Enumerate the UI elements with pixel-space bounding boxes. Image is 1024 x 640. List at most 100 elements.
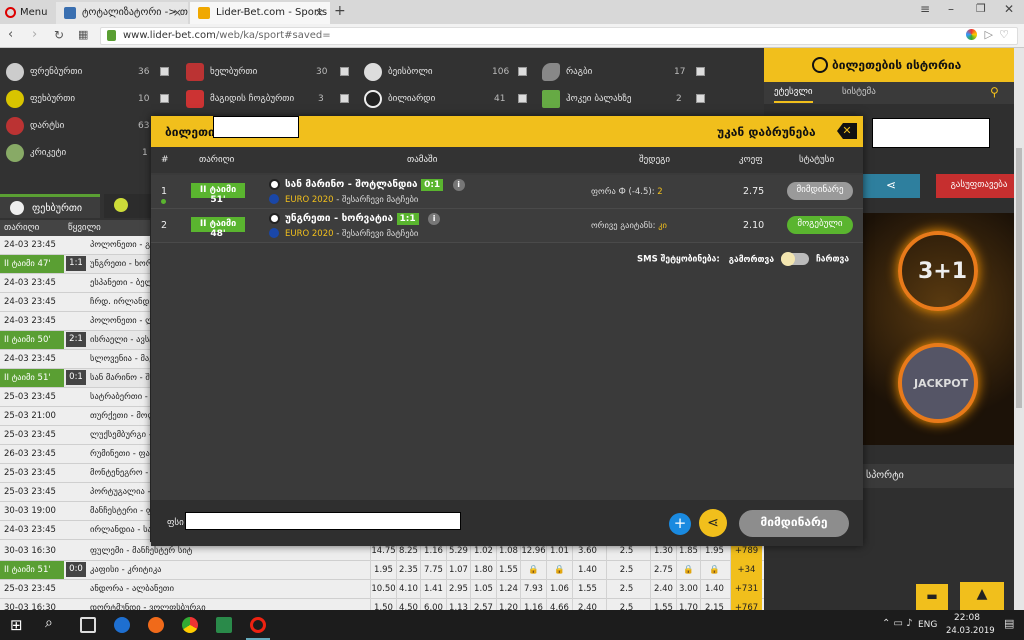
locked-odds-icon[interactable]: 🔒 [520,561,546,580]
odds-row[interactable]: 25-03 23:45 ანდორა - ალბანეთი 10.50 4.10 1.4… [0,580,764,599]
chat-icon[interactable]: ▬ [916,584,948,610]
extension-icon[interactable] [966,29,977,40]
opera-menu-button[interactable]: Menu [0,2,52,24]
match-row[interactable]: 30-03 19:00 მანჩესტერი - ფორესტ [0,502,150,521]
match-row[interactable]: 25-03 23:45 მონტენეგრო - სერბ [0,464,150,483]
windows-start-icon[interactable]: ⊞ [10,616,23,634]
close-tab-icon[interactable]: × [173,6,182,19]
page-scrollbar[interactable] [1014,48,1024,610]
tray-icons[interactable]: ⌃ ▭ ♪ [882,618,913,629]
close-tab-icon[interactable]: × [315,6,324,19]
pin-icon[interactable]: ⚲ [990,85,999,99]
sport-item[interactable]: რაგბი 17 [536,59,716,85]
match-row[interactable]: 24-03 23:45 პოლონეთი - გერმანი [0,236,150,255]
odds-cell[interactable]: 1.06 [546,580,572,599]
locked-odds-icon[interactable]: 🔒 [700,561,728,580]
task-view-icon[interactable] [80,617,96,633]
match-row[interactable]: 25-03 23:45 სატრაბერთი - ესპანეთი [0,388,150,407]
send-icon[interactable]: ▷ [985,28,993,41]
sport-item[interactable]: მაგიდის ჩოგბურთი 3 [180,86,360,112]
tab-tennis[interactable] [104,194,152,218]
odds-cell[interactable]: 1.40 [572,561,602,580]
odds-cell[interactable]: 2.35 [396,561,420,580]
close-window-icon[interactable]: ✕ [1004,2,1014,16]
scroll-top-icon[interactable]: ▲ [960,582,1004,610]
odds-cell[interactable]: 10.50 [370,580,396,599]
sport-checkbox[interactable] [696,94,705,103]
clear-button[interactable]: გასუფთავება [936,174,1022,198]
share-button[interactable]: ⋖ [862,174,920,198]
odds-cell[interactable]: 1.07 [446,561,470,580]
sport-item[interactable]: ბილიარდი 41 [358,86,538,112]
tab-lider-bet[interactable]: Lider-Bet.com - Sports and × [190,2,330,24]
odds-cell[interactable]: 3.00 [676,580,700,599]
odds-cell[interactable]: 1.80 [470,561,496,580]
match-row[interactable]: 24-03 23:45 პოლონეთი - ლატვია [0,312,150,331]
sport-checkbox[interactable] [160,94,169,103]
odds-cell[interactable]: 7.75 [420,561,446,580]
more-markets-button[interactable]: +34 [730,561,762,580]
tab-menu-icon[interactable]: ≡ [920,2,930,16]
ticket-history-button[interactable]: ბილეთების ისტორია [764,48,1024,82]
sport-item[interactable]: ხელბურთი 30 [180,59,360,85]
forward-icon[interactable]: › [32,27,37,42]
sport-checkbox[interactable] [696,67,705,76]
locked-odds-icon[interactable]: 🔒 [546,561,572,580]
odds-cell[interactable]: 2.95 [446,580,470,599]
opera-taskbar-icon[interactable] [250,617,266,633]
sport-item[interactable]: ჰოკეი ბალახზე 2 [536,86,716,112]
search-icon[interactable]: ⌕ [45,615,53,631]
match-row[interactable]: 25-03 23:45 პორტუგალია - ინგლ [0,483,150,502]
odds-cell[interactable]: 2.5 [606,561,646,580]
match-row[interactable]: 24-03 23:45 ირლანდია - სატართ [0,521,150,540]
tab-system[interactable]: სისტემა [842,87,876,97]
speed-dial-icon[interactable]: ▦ [78,28,88,41]
sport-item[interactable]: ბეისბოლი 106 [358,59,538,85]
odds-cell[interactable]: 1.24 [496,580,520,599]
sport-checkbox[interactable] [518,94,527,103]
locked-odds-icon[interactable]: 🔒 [676,561,700,580]
match-row[interactable]: 25-03 23:45 ლუქსემბურგი - უკრაინ [0,426,150,445]
match-name[interactable]: სან მარინო - შოტლანდია [285,179,418,190]
sport-checkbox[interactable] [340,94,349,103]
sport-checkbox[interactable] [518,67,527,76]
match-row[interactable]: 25-03 21:00 თურქეთი - მოლდოვა [0,407,150,426]
match-row[interactable]: 26-03 23:45 რუმინეთი - ფარერებ [0,445,150,464]
odds-row[interactable]: II ტაიმი 51' 0:0 კაფისი - კრიტიკა 1.95 2.35 7… [0,561,764,580]
share-icon[interactable]: ⋖ [699,509,727,537]
notifications-icon[interactable]: ▤ [1004,617,1014,630]
match-row[interactable]: II ტაიმი 50' 2:1 ისრაელი - ავსტ [0,331,150,350]
scrollbar-thumb[interactable] [1016,148,1022,408]
sport-checkbox[interactable] [340,67,349,76]
firefox-icon[interactable] [148,617,164,633]
sport-item[interactable]: ფეხბურთი 10 [0,86,180,112]
odds-cell[interactable]: 1.95 [370,561,396,580]
add-button[interactable]: + [669,513,691,535]
tab-totalizator[interactable]: ტოტალიზატორი -> თმ × [56,2,188,24]
sports-tab[interactable]: სპორტი [862,464,1024,488]
match-name[interactable]: უნგრეთი - ხორვატია [285,213,393,224]
excel-icon[interactable] [216,617,232,633]
odds-cell[interactable]: 2.40 [650,580,676,599]
reload-icon[interactable]: ↻ [54,28,64,42]
back-arrow-icon[interactable]: ✕ [837,123,857,139]
more-markets-button[interactable]: +731 [730,580,762,599]
edge-icon[interactable] [114,617,130,633]
odds-cell[interactable]: 7.93 [520,580,546,599]
promo-banner[interactable]: 3+1 JACKPOT [862,213,1024,445]
url-field[interactable]: www.lider-bet.com/web/ka/sport#saved= ▷ … [100,27,1018,45]
clock-date[interactable]: 24.03.2019 [946,626,995,636]
language-indicator[interactable]: ENG [918,620,937,630]
new-tab-icon[interactable]: + [334,3,346,19]
match-row[interactable]: 24-03 23:45 ჩრდ. ირლანდია - ბელ [0,293,150,312]
heart-icon[interactable]: ♡ [999,28,1009,41]
sport-item[interactable]: ფრენბურთი 36 [0,59,180,85]
match-row[interactable]: 24-03 23:45 სლოვენია - მაკედონ [0,350,150,369]
info-icon[interactable]: i [452,179,465,191]
odds-cell[interactable]: 2.75 [650,561,676,580]
tab-football[interactable]: ფეხბურთი [0,194,100,218]
back-label[interactable]: უკან დაბრუნება [717,125,816,139]
sport-checkbox[interactable] [160,67,169,76]
sms-toggle[interactable] [781,252,809,266]
match-row[interactable]: 24-03 23:45 ესპანეთი - ბელგია [0,274,150,293]
